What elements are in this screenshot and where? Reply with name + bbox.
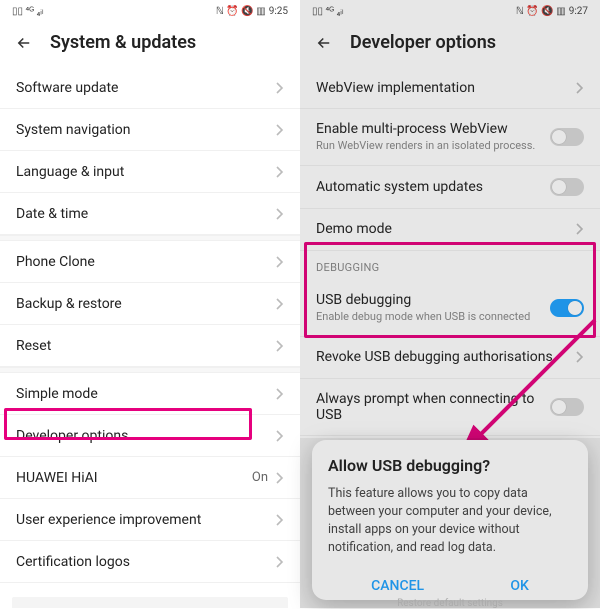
row-certification-logos[interactable]: Certification logos	[0, 541, 300, 583]
settings-list: Software update System navigation Langua…	[0, 67, 300, 608]
dialog-ok-button[interactable]: OK	[500, 572, 539, 600]
dialog-title: Allow USB debugging?	[328, 456, 572, 475]
phone-developer-options: ▯▯ ⁴ᴳ ₄ᵢₗ ℕ ⏰ 🔇 ▥ 9:27 Developer options…	[300, 0, 600, 608]
chevron-right-icon	[276, 556, 284, 568]
chevron-right-icon	[276, 388, 284, 400]
chevron-right-icon	[276, 124, 284, 136]
row-language-input[interactable]: Language & input	[0, 151, 300, 193]
page-title: System & updates	[50, 32, 196, 53]
page-title: Developer options	[350, 32, 496, 53]
header: Developer options	[300, 22, 600, 67]
status-bar: ▯▯ ⁴ᴳ ₄ᵢₗ ℕ ⏰ 🔇 ▥ 9:25	[0, 0, 300, 22]
header: System & updates	[0, 22, 300, 67]
row-value: On	[252, 470, 268, 485]
row-multiprocess-webview[interactable]: Enable multi-process WebViewRun WebView …	[300, 109, 600, 166]
footer-suggestions: Looking for other settings? Accessibilit…	[12, 597, 288, 608]
row-webview-impl[interactable]: WebView implementation	[300, 67, 600, 109]
chevron-right-icon	[576, 351, 584, 363]
chevron-right-icon	[276, 256, 284, 268]
chevron-right-icon	[276, 166, 284, 178]
usb-debugging-dialog: Allow USB debugging? This feature allows…	[312, 440, 588, 600]
status-icons: ℕ ⏰ 🔇 ▥	[516, 6, 566, 17]
chevron-right-icon	[276, 430, 284, 442]
row-reset[interactable]: Reset	[0, 325, 300, 367]
row-software-update[interactable]: Software update	[0, 67, 300, 109]
phone-system-updates: ▯▯ ⁴ᴳ ₄ᵢₗ ℕ ⏰ 🔇 ▥ 9:25 System & updates …	[0, 0, 300, 608]
row-date-time[interactable]: Date & time	[0, 193, 300, 235]
dialog-body: This feature allows you to copy data bet…	[328, 485, 572, 558]
dialog-cancel-button[interactable]: CANCEL	[361, 572, 434, 600]
chevron-right-icon	[276, 298, 284, 310]
toggle[interactable]	[550, 398, 584, 416]
chevron-right-icon	[276, 514, 284, 526]
status-time: 9:25	[269, 6, 288, 17]
row-always-prompt-usb[interactable]: Always prompt when connecting to USB	[300, 379, 600, 436]
row-auto-system-updates[interactable]: Automatic system updates	[300, 166, 600, 209]
status-time: 9:27	[569, 6, 588, 17]
signal-icon: ▯▯ ⁴ᴳ ₄ᵢₗ	[12, 6, 44, 17]
row-phone-clone[interactable]: Phone Clone	[0, 241, 300, 283]
chevron-right-icon	[576, 223, 584, 235]
chevron-right-icon	[276, 208, 284, 220]
restore-default-settings[interactable]: Restore default settings	[300, 598, 600, 609]
annotation-highlight-usb-debugging	[304, 242, 596, 338]
status-icons: ℕ ⏰ 🔇 ▥	[216, 6, 266, 17]
back-icon[interactable]	[314, 33, 334, 53]
toggle[interactable]	[550, 128, 584, 146]
row-revoke-usb-auth[interactable]: Revoke USB debugging authorisations	[300, 337, 600, 379]
row-user-experience[interactable]: User experience improvement	[0, 499, 300, 541]
row-huawei-hiai[interactable]: HUAWEI HiAIOn	[0, 457, 300, 499]
chevron-right-icon	[276, 82, 284, 94]
annotation-highlight-developer-options	[4, 408, 252, 440]
chevron-right-icon	[276, 340, 284, 352]
chevron-right-icon	[576, 82, 584, 94]
row-backup-restore[interactable]: Backup & restore	[0, 283, 300, 325]
row-system-navigation[interactable]: System navigation	[0, 109, 300, 151]
signal-icon: ▯▯ ⁴ᴳ ₄ᵢₗ	[312, 6, 344, 17]
chevron-right-icon	[276, 472, 284, 484]
toggle[interactable]	[550, 178, 584, 196]
back-icon[interactable]	[14, 33, 34, 53]
status-bar: ▯▯ ⁴ᴳ ₄ᵢₗ ℕ ⏰ 🔇 ▥ 9:27	[300, 0, 600, 22]
